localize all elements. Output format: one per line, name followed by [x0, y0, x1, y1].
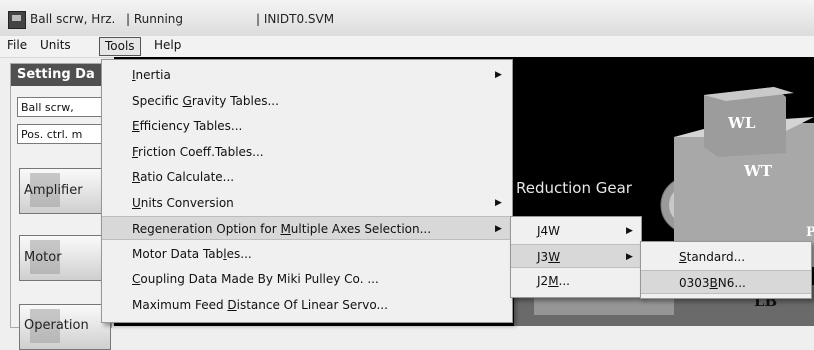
j3w-menu-item-0[interactable]: Standard... [641, 245, 811, 269]
tools-menu-item-label: Friction Coeff.Tables... [132, 144, 264, 159]
tools-menu-item-1[interactable]: Specific Gravity Tables... [102, 89, 512, 113]
submenu-arrow-icon: ▶ [495, 197, 502, 208]
wt-label: WT [744, 162, 773, 180]
tools-menu-item-label: Ratio Calculate... [132, 170, 235, 184]
tools-menu-item-label: Maximum Feed Distance Of Linear Servo... [132, 297, 388, 312]
tools-menu-item-label: Regeneration Option for Multiple Axes Se… [132, 222, 432, 236]
control-mode-select[interactable]: Pos. ctrl. m [17, 124, 111, 144]
motor-button[interactable]: Motor [19, 235, 111, 281]
submenu-arrow-icon: ▶ [495, 70, 502, 80]
mechanism-select[interactable]: Ball scrw, [17, 97, 111, 117]
tools-menu-item-6[interactable]: Regeneration Option for Multiple Axes Se… [102, 216, 512, 240]
window-title-file: | INIDT0.SVM [256, 12, 335, 26]
amplifier-button[interactable]: Amplifier [19, 168, 111, 214]
amplifier-label: Amplifier [24, 183, 83, 198]
tools-menu-item-label: Inertia [132, 68, 171, 82]
menu-file[interactable]: File [2, 36, 32, 55]
regen-menu-item-1[interactable]: J3W ▶ [511, 244, 641, 268]
regen-menu-item-label: J2M... [537, 274, 570, 288]
tools-menu-item-3[interactable]: Friction Coeff.Tables... [102, 140, 512, 164]
regen-menu-item-0[interactable]: J4W ▶ [511, 219, 641, 243]
tools-menu-item-7[interactable]: Motor Data Tables... [102, 242, 512, 266]
regen-menu-item-2[interactable]: J2M... [511, 269, 641, 293]
tools-menu-item-label: Specific Gravity Tables... [132, 93, 279, 108]
j3w-submenu: Standard... 0303BN6... [640, 241, 812, 299]
panel-header: Setting Da [11, 64, 111, 86]
tools-menu-item-2[interactable]: Efficiency Tables... [102, 114, 512, 138]
tools-menu-item-0[interactable]: Inertia ▶ [102, 63, 512, 87]
menu-bar: File Units Tools Help [0, 36, 814, 58]
j3w-menu-item-label: Standard... [679, 250, 746, 264]
tools-menu: Inertia ▶ Specific Gravity Tables... Effici… [101, 59, 513, 323]
regen-menu-item-label: J3W [537, 250, 561, 264]
j3w-menu-item-label: 0303BN6... [679, 276, 746, 290]
menu-units[interactable]: Units [35, 36, 76, 55]
tools-menu-item-4[interactable]: Ratio Calculate... [102, 165, 512, 189]
submenu-arrow-icon: ▶ [626, 226, 633, 236]
tools-menu-item-8[interactable]: Coupling Data Made By Miki Pulley Co. ..… [102, 267, 512, 291]
tools-menu-item-9[interactable]: Maximum Feed Distance Of Linear Servo... [102, 293, 512, 317]
motor-label: Motor [24, 250, 62, 265]
tools-menu-item-label: Units Conversion [132, 195, 234, 210]
app-icon [8, 11, 26, 29]
submenu-arrow-icon: ▶ [495, 224, 502, 234]
settings-panel: Setting Da Ball scrw, Pos. ctrl. m Ampli… [10, 63, 112, 350]
window-title-status: | Running [126, 12, 184, 26]
tools-menu-item-5[interactable]: Units Conversion ▶ [102, 191, 512, 215]
submenu-arrow-icon: ▶ [626, 252, 633, 262]
tools-menu-item-label: Efficiency Tables... [132, 119, 243, 133]
wl-label: WL [728, 114, 756, 132]
regeneration-submenu: J4W ▶ J3W ▶ J2M... [510, 216, 642, 298]
menu-tools[interactable]: Tools [99, 37, 141, 56]
j3w-menu-item-1[interactable]: 0303BN6... [641, 270, 811, 294]
operation-button[interactable]: Operation [19, 304, 111, 350]
window-title-app: Ball scrw, Hrz. [30, 12, 116, 26]
partial-label: P [806, 225, 814, 240]
title-bar: Ball scrw, Hrz. | Running | INIDT0.SVM [0, 0, 814, 37]
regen-menu-item-label: J4W [537, 224, 561, 238]
tools-menu-item-label: Motor Data Tables... [132, 246, 252, 261]
tools-menu-item-label: Coupling Data Made By Miki Pulley Co. ..… [132, 272, 379, 286]
menu-help[interactable]: Help [149, 36, 186, 55]
